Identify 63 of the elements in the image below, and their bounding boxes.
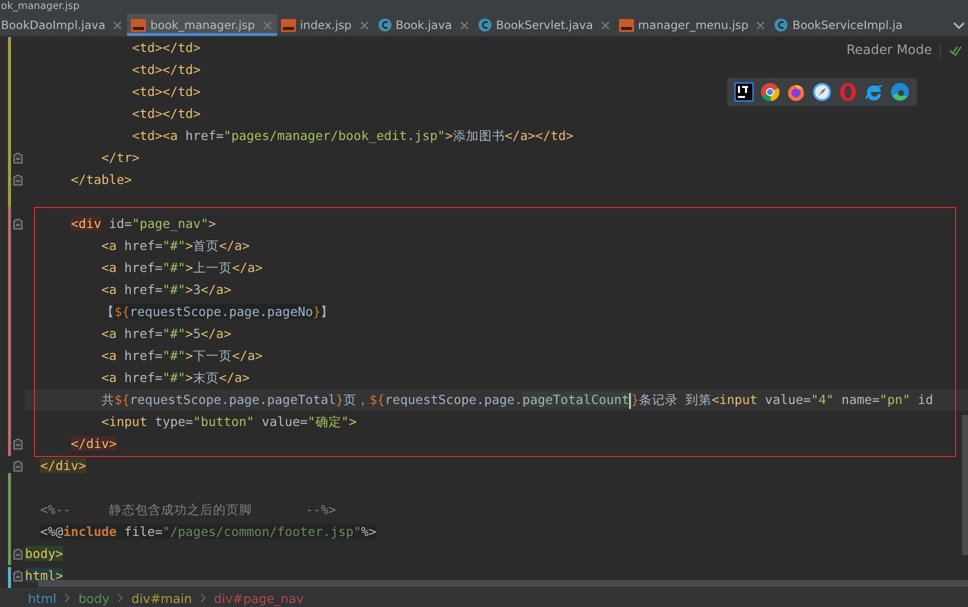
compass-icon[interactable] [812, 82, 832, 102]
code-line: <a href="#">5</a> [101, 325, 232, 343]
e-browser-icon[interactable] [864, 82, 884, 102]
close-icon[interactable] [756, 20, 766, 30]
round-browser-icon[interactable] [760, 82, 780, 102]
code-line: <a href="#">首页</a> [101, 237, 250, 255]
breadcrumb-item[interactable]: div#main [131, 590, 192, 606]
reader-mode-link[interactable]: Reader Mode [846, 43, 941, 58]
fox-browser-icon[interactable] [786, 82, 806, 102]
ide-logo-icon[interactable] [734, 82, 754, 102]
code-line: <a href="#">末页</a> [101, 369, 250, 387]
code-line: <%@include file="/pages/common/footer.jsp"%> [40, 523, 376, 541]
file-tab[interactable]: book_manager.jsp [127, 14, 277, 36]
chevron-right-icon [64, 593, 70, 603]
text-cursor [629, 392, 632, 409]
file-tab[interactable]: BookDaoImpl.java [0, 14, 128, 36]
code-line: <td></td> [132, 83, 201, 101]
code-line: <div id="page_nav"> [70, 215, 216, 233]
code-line: <a href="#">上一页</a> [101, 259, 263, 277]
code-line: <td><a href="pages/manager/book_edit.jsp">添加图书</a></td> [132, 127, 574, 145]
scrollbar-thumb[interactable] [962, 415, 968, 555]
chevron-right-icon [200, 593, 206, 603]
close-icon[interactable] [601, 20, 610, 30]
class-file-icon [774, 18, 788, 32]
breadcrumb-item[interactable]: body [78, 590, 110, 606]
fold-icon[interactable] [13, 152, 23, 164]
file-tab[interactable]: BookServiceImpl.ja [770, 14, 908, 36]
code-line: </tr> [101, 149, 140, 167]
chevron-right-icon [117, 593, 124, 603]
code-line: <a href="#">下一页</a> [101, 347, 263, 365]
checkmark-icon [949, 45, 962, 56]
jsp-file-icon [280, 18, 296, 32]
chevron-down-icon[interactable] [953, 22, 965, 30]
code-line: 共${requestScope.page.pageTotal}页，${requestScope.page.pageTotalCount}条记录 到第<input value="4" name="pn" id [101, 391, 934, 411]
fold-icon[interactable] [13, 218, 23, 230]
code-line: <input type="button" value="确定"> [101, 413, 357, 431]
fold-icon[interactable] [13, 460, 23, 472]
code-line: <td></td> [132, 105, 201, 123]
file-tab[interactable]: index.jsp [276, 14, 374, 36]
code-line: </table> [70, 171, 132, 189]
wave-browser-icon[interactable] [890, 82, 910, 102]
code-line: <a href="#">3</a> [101, 281, 232, 299]
fold-icon[interactable] [13, 174, 23, 186]
fold-icon[interactable] [13, 438, 23, 450]
window-title: ok_manager.jsp [0, 1, 80, 13]
file-tab[interactable]: BookServlet.java [474, 14, 616, 36]
jsp-file-icon [131, 18, 146, 32]
scrollbar-thumb[interactable] [38, 580, 968, 587]
jsp-file-icon [619, 18, 634, 32]
fold-icon[interactable] [13, 548, 23, 560]
close-icon[interactable] [360, 20, 369, 30]
code-line: <td></td> [132, 39, 201, 57]
close-icon[interactable] [113, 20, 122, 30]
fold-icon[interactable] [13, 570, 23, 582]
change-marker [8, 567, 11, 588]
close-icon[interactable] [460, 20, 469, 30]
code-line: <%-- 静态包含成功之后的页脚 --%> [40, 501, 336, 519]
class-file-icon [378, 18, 392, 32]
file-tab[interactable]: Book.java [374, 14, 474, 36]
class-file-icon [478, 18, 492, 32]
code-line: <td></td> [132, 61, 201, 79]
file-tab[interactable]: manager_menu.jsp [615, 14, 770, 36]
breadcrumb-item[interactable]: html [28, 590, 56, 606]
